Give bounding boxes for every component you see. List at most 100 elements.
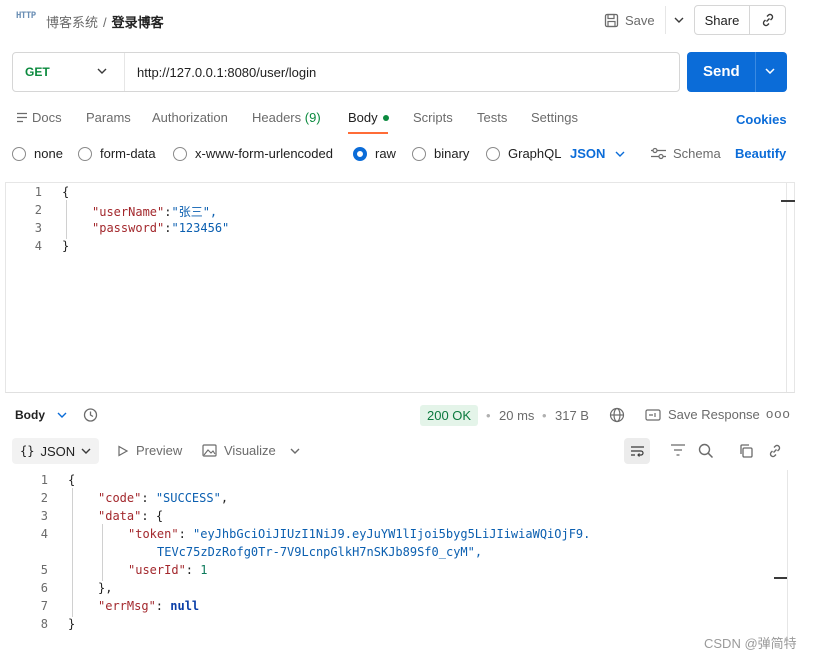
visualize-button[interactable]: Visualize bbox=[202, 443, 276, 458]
body-type-row: none form-data x-www-form-urlencoded raw… bbox=[0, 140, 816, 168]
filter-icon[interactable] bbox=[670, 443, 686, 457]
json-value: "eyJhbGciOiJIUzI1NiJ9.eyJuYW1lIjoi5byg5L… bbox=[193, 527, 591, 541]
save-group: Save bbox=[598, 6, 693, 34]
status-badge[interactable]: 200 OK bbox=[420, 405, 479, 426]
breadcrumb-collection[interactable]: 博客系统 bbox=[46, 15, 98, 30]
send-button[interactable]: Send bbox=[687, 52, 787, 92]
radio-label: x-www-form-urlencoded bbox=[195, 146, 333, 161]
json-key: "token" bbox=[128, 527, 179, 541]
active-tab-underline bbox=[348, 132, 388, 134]
request-name[interactable]: 登录博客 bbox=[112, 15, 164, 30]
method-select[interactable]: GET bbox=[13, 53, 125, 91]
schema-button[interactable]: Schema bbox=[650, 146, 721, 161]
tab-docs[interactable]: Docs bbox=[32, 110, 62, 125]
preview-label: Preview bbox=[136, 443, 183, 458]
code-line: "code": "SUCCESS", bbox=[98, 491, 229, 505]
link-icon[interactable] bbox=[767, 443, 783, 459]
beautify-button[interactable]: Beautify bbox=[735, 146, 786, 161]
tab-scripts[interactable]: Scripts bbox=[413, 110, 453, 125]
schema-icon bbox=[651, 147, 666, 160]
save-options-button[interactable] bbox=[664, 6, 693, 34]
code-line: "data": { bbox=[98, 509, 164, 523]
radio-none[interactable]: none bbox=[12, 146, 63, 161]
response-section-label: Body bbox=[15, 408, 45, 422]
line-number: 1 bbox=[34, 185, 42, 199]
response-format-select[interactable]: {} JSON bbox=[12, 438, 99, 464]
image-icon bbox=[202, 444, 217, 457]
cookies-link[interactable]: Cookies bbox=[736, 112, 787, 127]
radio-urlencoded[interactable]: x-www-form-urlencoded bbox=[173, 146, 333, 161]
editor-scrollbar-track[interactable] bbox=[786, 183, 787, 392]
radio-label: none bbox=[34, 146, 63, 161]
radio-label: GraphQL bbox=[508, 146, 562, 161]
indent-guide bbox=[66, 200, 67, 239]
tab-headers[interactable]: Headers (9) bbox=[252, 110, 321, 125]
breadcrumb: 博客系统 / 登录博客 bbox=[46, 12, 164, 31]
radio-raw[interactable]: raw bbox=[353, 146, 396, 161]
line-number: 2 bbox=[34, 203, 42, 217]
response-body-viewer[interactable]: 1 { 2 "code": "SUCCESS", 3 "data": { 4 "… bbox=[0, 470, 816, 640]
globe-icon[interactable] bbox=[609, 407, 625, 423]
chevron-down-icon[interactable] bbox=[290, 448, 300, 454]
viewer-scrollbar-track[interactable] bbox=[787, 470, 788, 640]
send-divider bbox=[755, 52, 756, 92]
tab-body-label: Body bbox=[348, 110, 378, 125]
scrollbar-marker bbox=[774, 577, 788, 579]
json-key: "code" bbox=[98, 491, 142, 505]
share-button[interactable]: Share bbox=[694, 5, 750, 35]
request-body-editor[interactable]: 1 { 2 "userName":"张三", 3 "password":"123… bbox=[5, 182, 795, 393]
wrap-lines-button[interactable] bbox=[624, 438, 650, 464]
radio-label: raw bbox=[375, 146, 396, 161]
code-line: "userName":"张三", bbox=[92, 205, 218, 219]
tab-settings[interactable]: Settings bbox=[531, 110, 578, 125]
line-number: 4 bbox=[34, 239, 42, 253]
watermark: CSDN @弹简特 bbox=[704, 636, 797, 651]
indent-guide bbox=[72, 488, 73, 617]
separator-dot: • bbox=[486, 408, 491, 423]
radio-circle bbox=[78, 146, 92, 161]
response-size[interactable]: 317 B bbox=[555, 408, 589, 423]
search-icon[interactable] bbox=[698, 443, 714, 459]
radio-label: binary bbox=[434, 146, 470, 161]
play-icon bbox=[118, 444, 129, 457]
radio-form-data[interactable]: form-data bbox=[78, 146, 156, 161]
chevron-down-icon[interactable] bbox=[765, 68, 775, 74]
code-line: "userId": 1 bbox=[128, 563, 208, 577]
tab-params[interactable]: Params bbox=[86, 110, 131, 125]
response-format-label: JSON bbox=[40, 443, 76, 459]
response-time[interactable]: 20 ms bbox=[499, 408, 534, 423]
code-line: } bbox=[68, 617, 76, 631]
scrollbar-marker bbox=[781, 200, 795, 202]
json-value: { bbox=[155, 509, 164, 523]
raw-format-select[interactable]: JSON bbox=[570, 146, 625, 161]
line-number: 7 bbox=[40, 599, 48, 613]
radio-binary[interactable]: binary bbox=[412, 146, 469, 161]
tab-authorization[interactable]: Authorization bbox=[152, 110, 228, 125]
json-value: 1 bbox=[200, 563, 208, 577]
indent-guide bbox=[102, 524, 103, 581]
save-response-button[interactable]: Save Response bbox=[645, 407, 760, 422]
tab-tests[interactable]: Tests bbox=[477, 110, 507, 125]
json-key: "errMsg" bbox=[98, 599, 156, 613]
response-view-select[interactable]: Body bbox=[15, 408, 67, 422]
braces-icon: {} bbox=[20, 444, 35, 458]
url-input[interactable]: http://127.0.0.1:8080/user/login bbox=[137, 65, 316, 80]
more-options-button[interactable]: ooo bbox=[766, 406, 791, 421]
code-line: }, bbox=[98, 581, 113, 595]
line-number: 2 bbox=[40, 491, 48, 505]
json-value: null bbox=[170, 599, 200, 613]
radio-graphql[interactable]: GraphQL bbox=[486, 146, 561, 161]
save-button[interactable]: Save bbox=[598, 6, 661, 34]
copy-icon[interactable] bbox=[738, 443, 754, 459]
tab-body[interactable]: Body bbox=[348, 110, 389, 125]
copy-link-button[interactable] bbox=[750, 5, 786, 35]
response-toolbar: {} JSON Preview Visualize bbox=[0, 438, 816, 466]
history-icon[interactable] bbox=[82, 407, 98, 423]
code-line: } bbox=[62, 239, 70, 253]
json-key: "userId" bbox=[128, 563, 186, 577]
breadcrumb-separator: / bbox=[103, 15, 107, 30]
separator-dot: • bbox=[542, 408, 547, 423]
preview-button[interactable]: Preview bbox=[117, 443, 182, 458]
response-bar: Body 200 OK • 20 ms • 317 B Save Respons… bbox=[0, 402, 816, 428]
request-tabs: Docs Params Authorization Headers (9) Bo… bbox=[0, 100, 816, 134]
